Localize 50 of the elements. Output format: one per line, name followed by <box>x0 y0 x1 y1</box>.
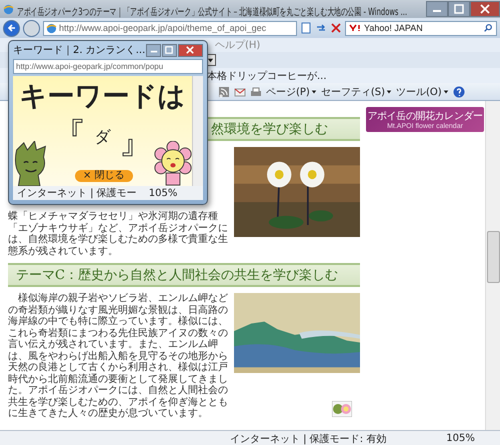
minimize-button[interactable] <box>146 44 161 56</box>
rss-icon[interactable] <box>218 86 230 98</box>
section-heading: テーマC：歴史から自然と人間社会の共生を学び楽しむ <box>8 263 360 287</box>
caret-icon <box>442 88 449 94</box>
section-text: 様似海岸の親子岩やソビラ岩、エンルム岬などの奇岩類が織りなす風光明媚な景観は、日高路の海岸線の中でも特に際立っています。様似には、これら奇岩類にまつわる先住民族アイヌの数々の言い伝えが残されています。また、エンルム岬は、風をやわらげ出船入船を見守るその地形から天然の良港として古くから利用され、様似は江戸時代から北前船流通の要衝として発展してきました。アポイ岳ジオパークには、自然と人間社会の共生を学び楽しむための、アポイを仰ぎ海とともに生きてきた人々の歴史が息づいています。 <box>8 293 228 420</box>
close-icon <box>186 46 194 54</box>
search-field[interactable]: Yahoo! JAPAN <box>345 20 497 36</box>
minimize-button[interactable] <box>426 1 448 17</box>
back-arrow-icon <box>6 23 16 33</box>
command-menu[interactable]: ツール(O) <box>396 84 449 98</box>
maximize-icon <box>454 4 464 14</box>
address-field[interactable]: http://www.apoi-geopark.jp/apoi/theme_of_apoi_gec <box>43 20 297 36</box>
maximize-icon <box>165 46 174 54</box>
security-zone: インターネット | 保護モー <box>17 186 137 200</box>
flower-mascot-drawing <box>154 141 192 186</box>
help-icon[interactable] <box>452 86 465 98</box>
popup-title: キーワード｜2. カンランく... <box>13 44 146 57</box>
maximize-button[interactable] <box>162 44 177 56</box>
mail-icon[interactable] <box>234 86 246 98</box>
scrollbar[interactable] <box>192 76 203 186</box>
security-zone: インターネット | 保護モード: 有効 <box>230 432 386 445</box>
command-menu[interactable]: ページ(P) <box>266 84 317 98</box>
browser-icon <box>3 4 14 14</box>
scrollbar-thumb[interactable] <box>487 231 500 283</box>
zoom-level[interactable]: 105% <box>446 433 475 444</box>
close-button[interactable] <box>470 1 500 17</box>
banner-title: アポイ岳の開花カレンダー <box>367 110 483 122</box>
logo-icon <box>349 24 361 32</box>
popup-address-field[interactable]: http://www.apoi-geopark.jp/common/popu <box>13 59 203 74</box>
caret-icon <box>310 88 317 94</box>
close-button[interactable] <box>178 44 204 56</box>
forward-button[interactable] <box>23 20 40 36</box>
caret-icon <box>386 88 392 94</box>
zoom-level[interactable]: 105% <box>148 188 178 198</box>
scrollbar[interactable] <box>485 101 500 430</box>
search-icon[interactable] <box>483 23 493 33</box>
close-popup-button[interactable]: × 閉じる <box>75 170 133 182</box>
compatibility-icon[interactable] <box>300 22 312 34</box>
window-title: アポイ岳ジオパーク3つのテーマ｜「アポイ岳ジオパーク」公式サイト－北海道様似町を丸ごと楽しむ大地の公園 - Windows ... <box>17 6 408 18</box>
page-icon <box>46 22 57 34</box>
stop-icon[interactable] <box>330 22 342 34</box>
maximize-button[interactable] <box>448 1 470 17</box>
spiky-mascot-drawing <box>13 141 49 186</box>
keyword-heading: キーワードは <box>20 80 186 114</box>
section-text: 蝶「ヒメチャマダラセセリ」や氷河期の遺存種「エゾナキウサギ」など、アポイ岳ジオパークには、自然環境を学び楽しむための多様で貴重な生態系が残されています。 <box>8 211 228 257</box>
command-menu[interactable]: セーフティ(S) <box>320 84 392 98</box>
mascot-icon[interactable] <box>332 401 352 417</box>
close-icon <box>480 4 490 14</box>
printer-icon[interactable] <box>250 86 262 98</box>
back-button[interactable] <box>3 20 20 36</box>
